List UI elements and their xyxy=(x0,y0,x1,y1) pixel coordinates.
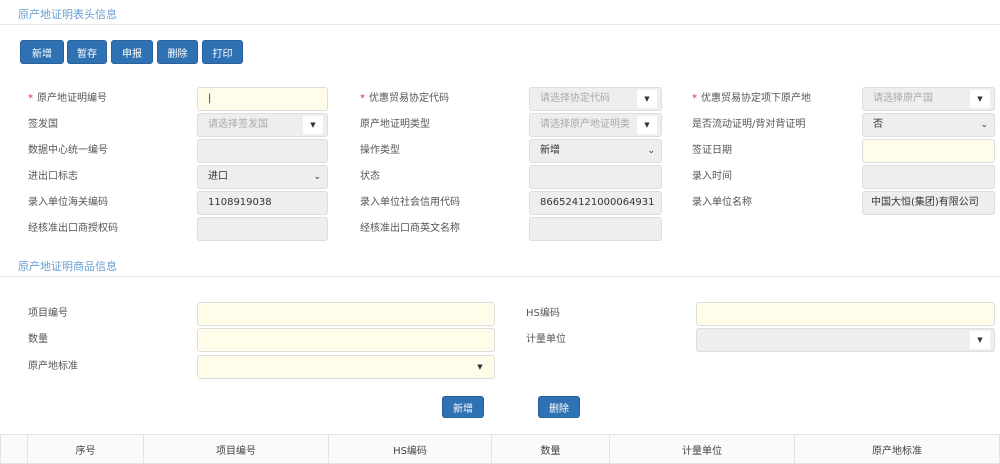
add-button[interactable]: 新增 xyxy=(20,40,64,64)
selected-value: 否 xyxy=(873,119,883,130)
chevron-down-icon: ⌄ xyxy=(980,120,988,130)
goods-table: 序号 项目编号 HS编码 数量 计量单位 原产地标准 xyxy=(0,434,1000,464)
hs-code-input[interactable] xyxy=(696,302,995,326)
qty-input[interactable] xyxy=(197,328,495,352)
back-to-back-label: 是否流动证明/背对背证明 xyxy=(692,119,806,130)
issue-country-select[interactable]: 请选择签发国 ▼ xyxy=(197,113,328,137)
section-title-goods: 原产地证明商品信息 xyxy=(18,260,117,273)
divider xyxy=(0,24,1000,25)
customs-code-label: 录入单位海关编码 xyxy=(28,197,108,208)
cert-no-input[interactable]: | xyxy=(197,87,328,111)
cert-type-label: 原产地证明类型 xyxy=(360,119,430,130)
back-to-back-select[interactable]: 否 ⌄ xyxy=(862,113,995,137)
visa-date-input[interactable] xyxy=(862,139,995,163)
origin-country-select[interactable]: 请选择原产国 ▼ xyxy=(862,87,995,111)
auth-code-label: 经核准出口商授权码 xyxy=(28,223,118,234)
cert-no-label: * 原产地证明编号 xyxy=(28,87,107,111)
selected-value: 进口 xyxy=(208,171,228,182)
column-header-select[interactable] xyxy=(0,434,28,464)
entry-time-input[interactable] xyxy=(862,165,995,189)
unit-name-input[interactable]: 中国大恒(集团)有限公司 xyxy=(862,191,995,215)
auth-code-input[interactable] xyxy=(197,217,328,241)
customs-code-input[interactable]: 1108919038 xyxy=(197,191,328,215)
unit-select[interactable]: ▼ xyxy=(696,328,995,352)
column-header-qty[interactable]: 数量 xyxy=(491,434,610,464)
exporter-en-input[interactable] xyxy=(529,217,662,241)
required-mark: * xyxy=(28,93,33,104)
column-header-unit[interactable]: 计量单位 xyxy=(609,434,795,464)
agreement-code-select[interactable]: 请选择协定代码 ▼ xyxy=(529,87,662,111)
placeholder: 请选择原产地证明类 xyxy=(540,119,630,130)
save-draft-button[interactable]: 暂存 xyxy=(67,40,107,64)
credit-code-label: 录入单位社会信用代码 xyxy=(360,197,460,208)
data-center-no-label: 数据中心统一编号 xyxy=(28,145,108,156)
origin-std-label: 原产地标准 xyxy=(28,361,78,372)
column-header-hs[interactable]: HS编码 xyxy=(328,434,492,464)
caret-down-icon[interactable]: ▼ xyxy=(470,358,490,376)
label-text: 优惠贸易协定代码 xyxy=(369,93,449,104)
status-label: 状态 xyxy=(360,171,380,182)
visa-date-label: 签证日期 xyxy=(692,145,732,156)
caret-down-icon[interactable]: ▼ xyxy=(303,116,323,134)
chevron-down-icon: ⌄ xyxy=(313,172,321,182)
origin-country-label: * 优惠贸易协定项下原产地 xyxy=(692,87,811,111)
entry-time-label: 录入时间 xyxy=(692,171,732,182)
op-type-select[interactable]: 新增 ⌄ xyxy=(529,139,662,163)
print-button[interactable]: 打印 xyxy=(202,40,243,64)
required-mark: * xyxy=(692,93,697,104)
placeholder: 请选择协定代码 xyxy=(540,93,610,104)
ie-flag-select[interactable]: 进口 ⌄ xyxy=(197,165,328,189)
exporter-en-label: 经核准出口商英文名称 xyxy=(360,223,460,234)
op-type-label: 操作类型 xyxy=(360,145,400,156)
goods-delete-button[interactable]: 删除 xyxy=(538,396,580,418)
item-no-input[interactable] xyxy=(197,302,495,326)
issue-country-label: 签发国 xyxy=(28,119,58,130)
column-header-item-no[interactable]: 项目编号 xyxy=(143,434,329,464)
caret-down-icon[interactable]: ▼ xyxy=(637,90,657,108)
divider xyxy=(0,276,1000,277)
unit-label: 计量单位 xyxy=(526,334,566,345)
table-header-row: 序号 项目编号 HS编码 数量 计量单位 原产地标准 xyxy=(0,434,1000,464)
delete-button[interactable]: 删除 xyxy=(157,40,198,64)
placeholder: 请选择签发国 xyxy=(208,119,268,130)
origin-std-select[interactable]: ▼ xyxy=(197,355,495,379)
unit-name-label: 录入单位名称 xyxy=(692,197,752,208)
ie-flag-label: 进出口标志 xyxy=(28,171,78,182)
column-header-origin-std[interactable]: 原产地标准 xyxy=(794,434,1000,464)
label-text: 优惠贸易协定项下原产地 xyxy=(701,93,811,104)
goods-add-button[interactable]: 新增 xyxy=(442,396,484,418)
chevron-down-icon: ⌄ xyxy=(647,146,655,156)
placeholder: 请选择原产国 xyxy=(873,93,933,104)
agreement-code-label: * 优惠贸易协定代码 xyxy=(360,87,449,111)
caret-down-icon[interactable]: ▼ xyxy=(970,331,990,349)
caret-down-icon[interactable]: ▼ xyxy=(637,116,657,134)
cert-type-select[interactable]: 请选择原产地证明类 ▼ xyxy=(529,113,662,137)
item-no-label: 项目编号 xyxy=(28,308,68,319)
caret-down-icon[interactable]: ▼ xyxy=(970,90,990,108)
declare-button[interactable]: 申报 xyxy=(111,40,153,64)
data-center-no-input[interactable] xyxy=(197,139,328,163)
qty-label: 数量 xyxy=(28,334,48,345)
selected-value: 新增 xyxy=(540,145,560,156)
label-text: 原产地证明编号 xyxy=(37,93,107,104)
status-input[interactable] xyxy=(529,165,662,189)
credit-code-input[interactable]: 866524121000064931 xyxy=(529,191,662,215)
hs-code-label: HS编码 xyxy=(526,308,560,319)
column-header-seq[interactable]: 序号 xyxy=(27,434,144,464)
required-mark: * xyxy=(360,93,365,104)
section-title-header: 原产地证明表头信息 xyxy=(18,8,117,21)
